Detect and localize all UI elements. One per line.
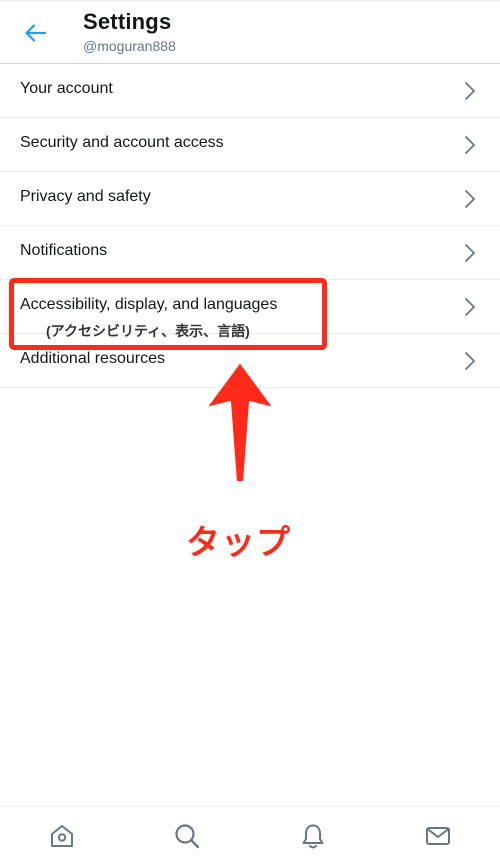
settings-item-your-account[interactable]: Your account	[0, 64, 500, 118]
annotation-note: (アクセシビリティ、表示、言語)	[46, 323, 250, 339]
chevron-right-icon	[465, 190, 475, 208]
settings-item-label: Security and account access	[20, 134, 224, 151]
settings-item-label: Notifications	[20, 242, 108, 259]
tap-label: タップ	[186, 524, 291, 562]
header: Settings @moguran888	[0, 4, 500, 64]
chevron-right-icon	[465, 352, 475, 370]
settings-item-label: Additional resources	[20, 350, 165, 367]
settings-item-label: Privacy and safety	[20, 188, 151, 205]
home-icon	[51, 825, 73, 847]
page-title: Settings	[83, 9, 172, 34]
tab-notifications[interactable]	[298, 821, 328, 851]
chevron-right-icon	[465, 244, 475, 262]
chevron-right-icon	[465, 298, 475, 316]
mail-icon	[426, 827, 450, 845]
chevron-right-icon	[465, 136, 475, 154]
bell-icon	[302, 824, 324, 849]
arrow-left-icon	[25, 24, 46, 42]
tab-messages[interactable]	[423, 821, 453, 851]
settings-item-privacy[interactable]: Privacy and safety	[0, 172, 500, 226]
tab-search[interactable]	[172, 821, 202, 851]
tab-bar	[0, 806, 500, 865]
back-button[interactable]	[18, 18, 52, 48]
settings-screen: Settings @moguran888 Your account Securi…	[0, 0, 500, 865]
search-icon	[175, 824, 200, 849]
arrow-up-icon	[205, 361, 275, 483]
settings-item-label: Your account	[20, 80, 113, 97]
tab-home[interactable]	[47, 821, 77, 851]
settings-item-notifications[interactable]: Notifications	[0, 226, 500, 280]
settings-item-security[interactable]: Security and account access	[0, 118, 500, 172]
chevron-right-icon	[465, 82, 475, 100]
username: @moguran888	[83, 38, 176, 54]
